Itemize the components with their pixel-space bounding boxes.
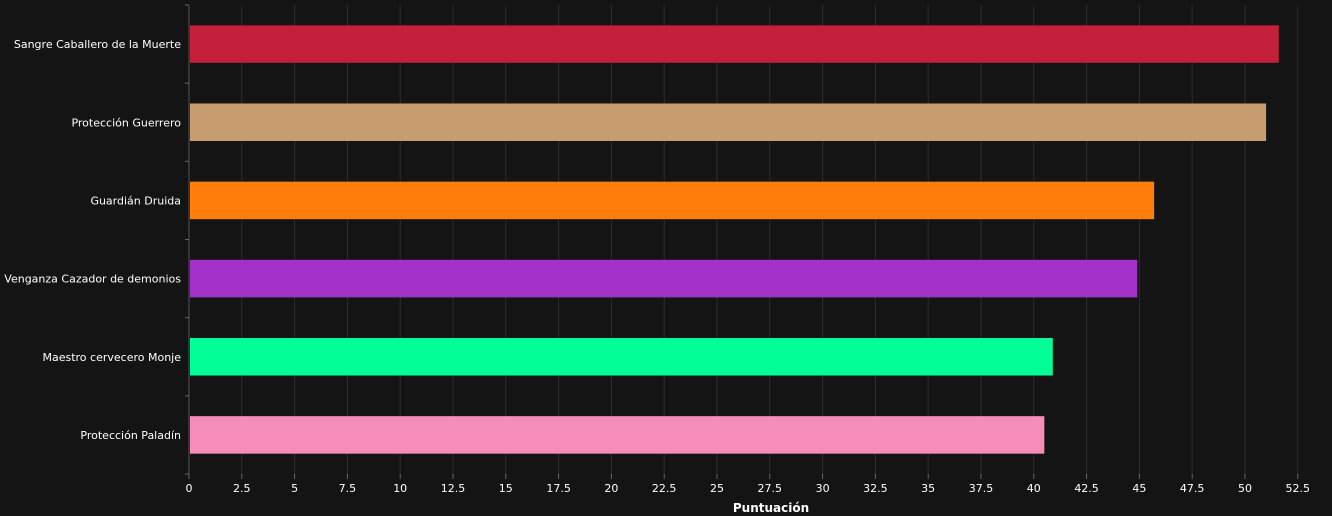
x-tick-label: 35 xyxy=(921,482,935,495)
category-label: Protección Guerrero xyxy=(71,116,181,129)
x-tick-label: 2.5 xyxy=(233,482,251,495)
x-tick-label: 22.5 xyxy=(652,482,677,495)
x-tick-label: 37.5 xyxy=(969,482,994,495)
x-tick-label: 17.5 xyxy=(546,482,571,495)
category-label: Venganza Cazador de demonios xyxy=(4,273,181,286)
x-tick-label: 10 xyxy=(393,482,407,495)
x-tick-label: 7.5 xyxy=(339,482,357,495)
x-tick-label: 50 xyxy=(1238,482,1252,495)
bar xyxy=(190,259,1138,298)
grid-lines xyxy=(241,5,1299,474)
x-axis-title: Puntuación xyxy=(733,501,809,515)
x-tick-label: 5 xyxy=(291,482,298,495)
category-label: Sangre Caballero de la Muerte xyxy=(14,38,181,51)
category-label: Maestro cervecero Monje xyxy=(42,351,181,364)
x-tick-label: 15 xyxy=(499,482,513,495)
x-tick-label: 45 xyxy=(1132,482,1146,495)
x-tick-label: 25 xyxy=(710,482,724,495)
bar xyxy=(190,337,1053,376)
category-label: Protección Paladín xyxy=(80,429,181,442)
x-tick-label: 47.5 xyxy=(1180,482,1205,495)
bar xyxy=(190,25,1279,63)
y-axis: Sangre Caballero de la Muerte Protección … xyxy=(4,4,190,475)
x-tick-label: 40 xyxy=(1027,482,1041,495)
x-tick-label: 32.5 xyxy=(863,482,888,495)
x-tick-label: 30 xyxy=(816,482,830,495)
x-tick-label: 52.5 xyxy=(1286,482,1311,495)
x-axis: 0 2.5 5 7.5 10 12.5 15 17.5 20 22.5 25 27.5 30 32.5 35… xyxy=(186,474,1311,495)
x-tick-label: 42.5 xyxy=(1074,482,1099,495)
category-label: Guardián Druida xyxy=(90,194,181,207)
x-tick-label: 0 xyxy=(186,482,193,495)
bar xyxy=(190,416,1045,454)
x-tick-label: 20 xyxy=(604,482,618,495)
bar xyxy=(190,103,1267,142)
bars xyxy=(190,25,1279,454)
x-tick-label: 27.5 xyxy=(758,482,783,495)
x-tick-label: 12.5 xyxy=(441,482,466,495)
bar xyxy=(190,181,1155,220)
bar-chart: Sangre Caballero de la Muerte Protección … xyxy=(4,4,1311,515)
